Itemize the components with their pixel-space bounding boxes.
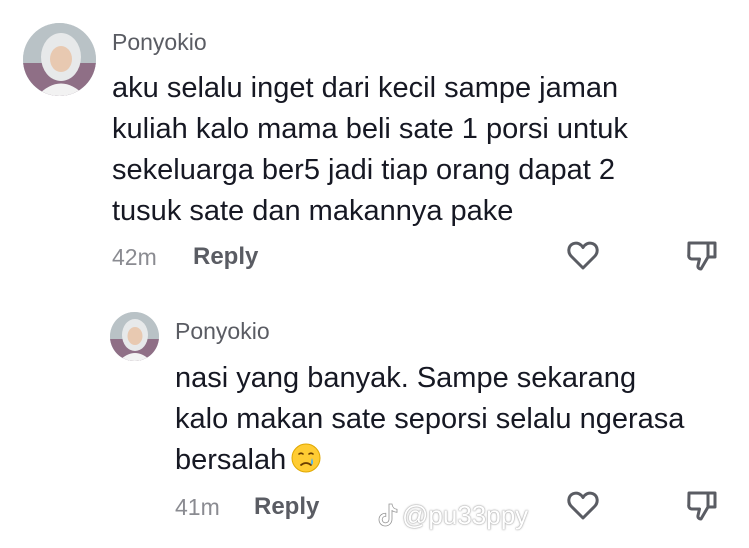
comment-text-line: kuliah kalo mama beli sate 1 porsi untuk — [112, 113, 628, 145]
crying-face-emoji — [291, 443, 321, 473]
comment-username[interactable]: Ponyokio — [175, 318, 270, 345]
comment-timestamp: 42m — [112, 244, 157, 270]
comment-text: aku selalu inget dari kecil sampe jaman … — [112, 68, 628, 232]
avatar[interactable] — [23, 23, 96, 96]
comment-timestamp: 41m — [175, 494, 220, 520]
comment-text-line: bersalah — [175, 440, 684, 481]
comment-text-line: sekeluarga ber5 jadi tiap orang dapat 2 — [112, 154, 616, 186]
heart-outline-icon[interactable] — [565, 487, 601, 523]
avatar[interactable] — [110, 312, 159, 361]
comment-text-line: kalo makan sate seporsi selalu ngerasa — [175, 403, 685, 435]
comment-text-line: nasi yang banyak. Sampe sekarang — [175, 362, 637, 394]
reply-button[interactable]: Reply — [193, 243, 258, 271]
heart-outline-icon[interactable] — [565, 237, 601, 273]
comment-text-fragment: bersalah — [175, 444, 287, 476]
watermark: @pu33ppy — [376, 500, 528, 531]
comment-text-line: aku selalu inget dari kecil sampe jaman — [112, 72, 619, 104]
comment-username[interactable]: Ponyokio — [112, 29, 207, 56]
reply-button[interactable]: Reply — [254, 493, 319, 521]
comment-text-line: tusuk sate dan makannya pake — [112, 195, 514, 227]
comment-text: nasi yang banyak. Sampe sekarang kalo ma… — [175, 358, 684, 481]
thumbs-down-outline-icon[interactable] — [684, 487, 720, 523]
thumbs-down-outline-icon[interactable] — [684, 237, 720, 273]
tiktok-logo-icon — [378, 503, 398, 527]
watermark-text: @pu33ppy — [402, 500, 529, 530]
